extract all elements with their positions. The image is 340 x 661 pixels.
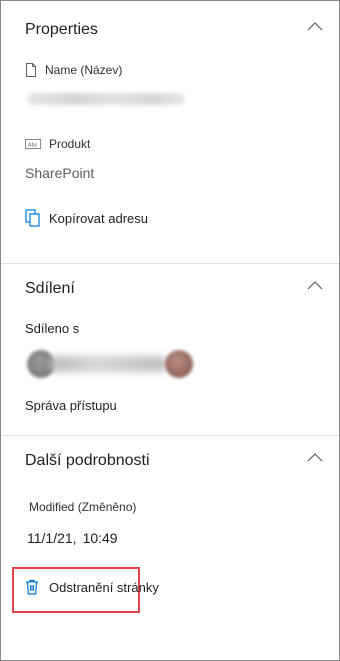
modified-label: Modified (Změněno) — [29, 500, 137, 514]
properties-title: Properties — [25, 21, 98, 38]
document-icon — [25, 63, 37, 77]
svg-text:Abc: Abc — [28, 143, 38, 149]
page-details-panel: Properties Name (Název) Abc Produkt Shar… — [0, 0, 340, 661]
product-field-label: Abc Produkt — [25, 137, 90, 151]
chevron-up-icon — [307, 280, 323, 290]
collapse-properties-button[interactable] — [307, 21, 323, 31]
name-field-label: Name (Název) — [25, 63, 122, 77]
copy-address-label: Kopírovat adresu — [49, 210, 149, 226]
avatar-names-redacted — [49, 356, 167, 372]
copy-address-link[interactable]: Kopírovat adresu — [25, 209, 148, 227]
manage-access-link[interactable]: Správa přístupu — [25, 398, 117, 413]
details-title: Další podrobnosti — [25, 452, 150, 469]
delete-page-label: Odstranění stránky — [49, 579, 159, 595]
text-field-icon: Abc — [25, 139, 41, 149]
avatar — [165, 350, 193, 378]
shared-with-label: Sdíleno s — [25, 321, 80, 336]
details-section: Další podrobnosti Modified (Změněno) 11/… — [1, 435, 339, 660]
trash-icon — [25, 579, 39, 595]
modified-date: 11/1/21, — [27, 530, 77, 546]
delete-page-button[interactable]: Odstranění stránky — [25, 579, 159, 595]
sharing-section: Sdílení Sdíleno s Správa přístupu — [1, 263, 339, 435]
collapse-details-button[interactable] — [307, 452, 323, 462]
properties-section: Properties Name (Název) Abc Produkt Shar… — [1, 1, 339, 263]
collapse-sharing-button[interactable] — [307, 280, 323, 290]
chevron-up-icon — [307, 452, 323, 462]
chevron-up-icon — [307, 21, 323, 31]
product-label-text: Produkt — [49, 137, 91, 151]
name-label-text: Name (Název) — [45, 63, 123, 77]
shared-with-avatars[interactable] — [25, 348, 193, 382]
modified-value: 11/1/21, 10:49 — [27, 530, 118, 546]
sharing-title: Sdílení — [25, 280, 75, 297]
name-value-redacted — [27, 93, 185, 105]
modified-time: 10:49 — [82, 530, 118, 546]
product-value: SharePoint — [25, 165, 95, 181]
copy-icon — [25, 209, 41, 227]
